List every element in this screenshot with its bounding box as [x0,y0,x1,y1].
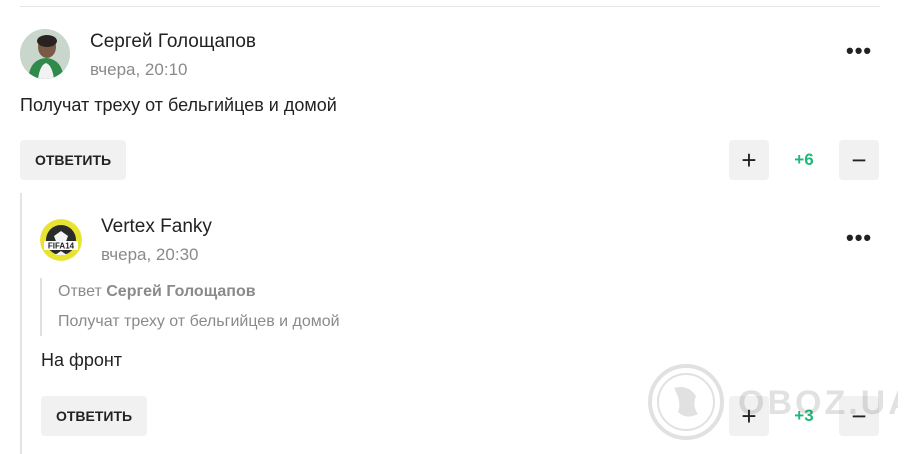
comment-time: вчера, 20:10 [90,60,188,79]
soccer-ball-icon: FIFA14 [40,219,82,261]
comment-text: На фронт [41,350,123,370]
comment-text: Получат треху от бельгийцев и домой [20,95,337,115]
quote-author[interactable]: Сергей Голощапов [106,283,255,300]
quote-text: Получат треху от бельгийцев и домой [58,313,340,330]
quote-header: Ответ Сергей Голощапов [58,283,256,301]
reply-button[interactable]: ОТВЕТИТЬ [41,396,147,436]
avatar[interactable]: FIFA14 [40,219,82,261]
avatar[interactable] [20,29,70,79]
reply-button[interactable]: ОТВЕТИТЬ [20,140,126,180]
upvote-button[interactable]: + [729,140,769,180]
comment-author[interactable]: Сергей Голощапов [90,31,256,53]
user-photo-icon [20,29,70,79]
watermark-text: OBOZ.UA [738,384,898,422]
comment-author[interactable]: Vertex Fanky [101,216,212,238]
comment-score: +6 [794,150,814,169]
globe-icon: OBOZ.UA [648,364,905,440]
quote-bar [40,278,42,336]
quote-prefix: Ответ [58,283,102,300]
top-divider [20,6,880,7]
downvote-button[interactable]: − [839,140,879,180]
more-options-icon[interactable]: ••• [846,40,872,62]
avatar-label: FIFA14 [48,242,75,251]
more-options-icon[interactable]: ••• [846,227,872,249]
watermark: OBOZ.UA [648,362,905,442]
comment-time: вчера, 20:30 [101,245,199,264]
reply-thread-line [20,193,22,454]
